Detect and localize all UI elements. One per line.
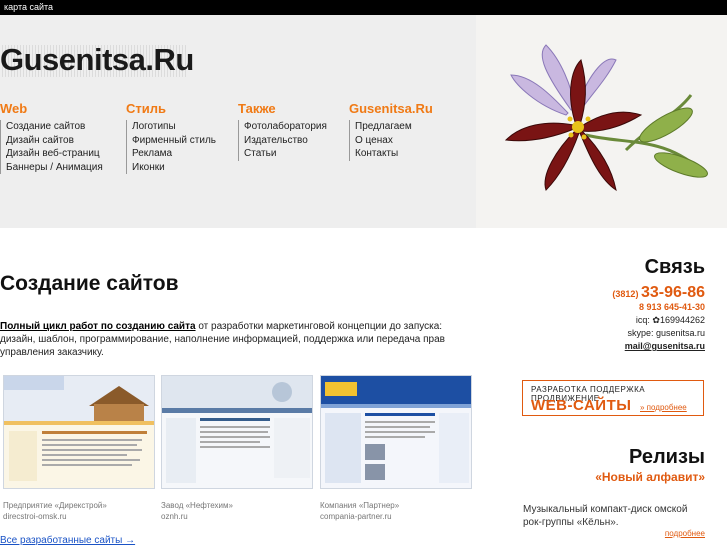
- contact-heading: Связь: [644, 256, 705, 278]
- menu-item[interactable]: О ценах: [355, 134, 433, 148]
- menu-column-web: Web Создание сайтов Дизайн сайтов Дизайн…: [0, 101, 103, 174]
- website-preview-image: [321, 376, 471, 488]
- top-bar: карта сайта: [0, 0, 727, 15]
- menu-item[interactable]: Фотолаборатория: [244, 120, 327, 134]
- menu-list-web: Создание сайтов Дизайн сайтов Дизайн веб…: [0, 120, 103, 174]
- intro-paragraph: Полный цикл работ по созданию сайта от р…: [0, 320, 470, 359]
- menu-item[interactable]: Дизайн веб-страниц: [6, 147, 103, 161]
- menu-column-gusenitsa: Gusenitsa.Ru Предлагаем О ценах Контакты: [349, 101, 433, 161]
- phone-code: (3812): [612, 289, 639, 299]
- site-logo[interactable]: Gusenitsa.Ru: [0, 42, 194, 78]
- releases-heading: Релизы: [629, 446, 705, 468]
- beaded-flower-illustration: [504, 44, 708, 192]
- release-title-link[interactable]: «Новый алфавит»: [595, 470, 705, 484]
- menu-heading-style[interactable]: Стиль: [126, 101, 216, 117]
- sitemap-link[interactable]: карта сайта: [4, 2, 53, 12]
- release-description: Музыкальный компакт-диск омской рок-груп…: [523, 504, 688, 528]
- menu-item[interactable]: Иконки: [132, 161, 216, 175]
- menu-item[interactable]: Дизайн сайтов: [6, 134, 103, 148]
- intro-lead-link[interactable]: Полный цикл работ по созданию сайта: [0, 321, 196, 332]
- website-preview-image: [4, 376, 154, 488]
- portfolio-thumbnail-neftehim[interactable]: [161, 375, 313, 489]
- menu-item[interactable]: Логотипы: [132, 120, 216, 134]
- header-flower-image: [476, 15, 727, 228]
- all-sites-link[interactable]: Все разработанные сайты →: [0, 535, 135, 545]
- web-sites-banner[interactable]: РАЗРАБОТКА ПОДДЕРЖКА ПРОДВИЖЕНИЕ WEB-САЙ…: [522, 380, 704, 416]
- menu-list-gusenitsa: Предлагаем О ценах Контакты: [349, 120, 433, 161]
- phone-number: 33-96-86: [640, 284, 705, 301]
- email-link[interactable]: mail@gusenitsa.ru: [612, 340, 705, 353]
- menu-column-also: Также Фотолаборатория Издательство Стать…: [238, 101, 327, 161]
- portfolio-thumbnail-direcstroi[interactable]: [3, 375, 155, 489]
- menu-heading-gusenitsa[interactable]: Gusenitsa.Ru: [349, 101, 433, 117]
- contact-block: (3812) 33-96-86 8 913 645-41-30 icq: ✿16…: [612, 284, 705, 353]
- portfolio-caption[interactable]: Предприятие «Дирекстрой» direcstroi-omsk…: [3, 500, 107, 522]
- menu-item[interactable]: Контакты: [355, 147, 433, 161]
- skype-name: skype: gusenitsa.ru: [627, 328, 705, 338]
- menu-item[interactable]: Статьи: [244, 147, 327, 161]
- menu-list-style: Логотипы Фирменный стиль Реклама Иконки: [126, 120, 216, 174]
- release-more-link[interactable]: подробнее: [665, 529, 705, 538]
- menu-item[interactable]: Издательство: [244, 134, 327, 148]
- portfolio-caption[interactable]: Завод «Нефтехим» oznh.ru: [161, 500, 233, 522]
- menu-heading-also[interactable]: Также: [238, 101, 327, 117]
- banner-title: WEB-САЙТЫ: [531, 397, 632, 414]
- menu-list-also: Фотолаборатория Издательство Статьи: [238, 120, 327, 161]
- website-preview-image: [162, 376, 312, 488]
- portfolio-caption[interactable]: Компания «Партнер» compania-partner.ru: [320, 500, 399, 522]
- page-title: Создание сайтов: [0, 272, 179, 295]
- menu-column-style: Стиль Логотипы Фирменный стиль Реклама И…: [126, 101, 216, 174]
- menu-item[interactable]: Реклама: [132, 147, 216, 161]
- mobile-number: 8 913 645-41-30: [638, 302, 705, 312]
- menu-heading-web[interactable]: Web: [0, 101, 103, 117]
- menu-item[interactable]: Баннеры / Анимация: [6, 161, 103, 175]
- menu-item[interactable]: Предлагаем: [355, 120, 433, 134]
- menu-item[interactable]: Создание сайтов: [6, 120, 103, 134]
- portfolio-thumbnail-partner[interactable]: [320, 375, 472, 489]
- menu-item[interactable]: Фирменный стиль: [132, 134, 216, 148]
- banner-more-link[interactable]: » подробнее: [640, 403, 687, 412]
- icq-number: icq: ✿169944262: [635, 315, 705, 325]
